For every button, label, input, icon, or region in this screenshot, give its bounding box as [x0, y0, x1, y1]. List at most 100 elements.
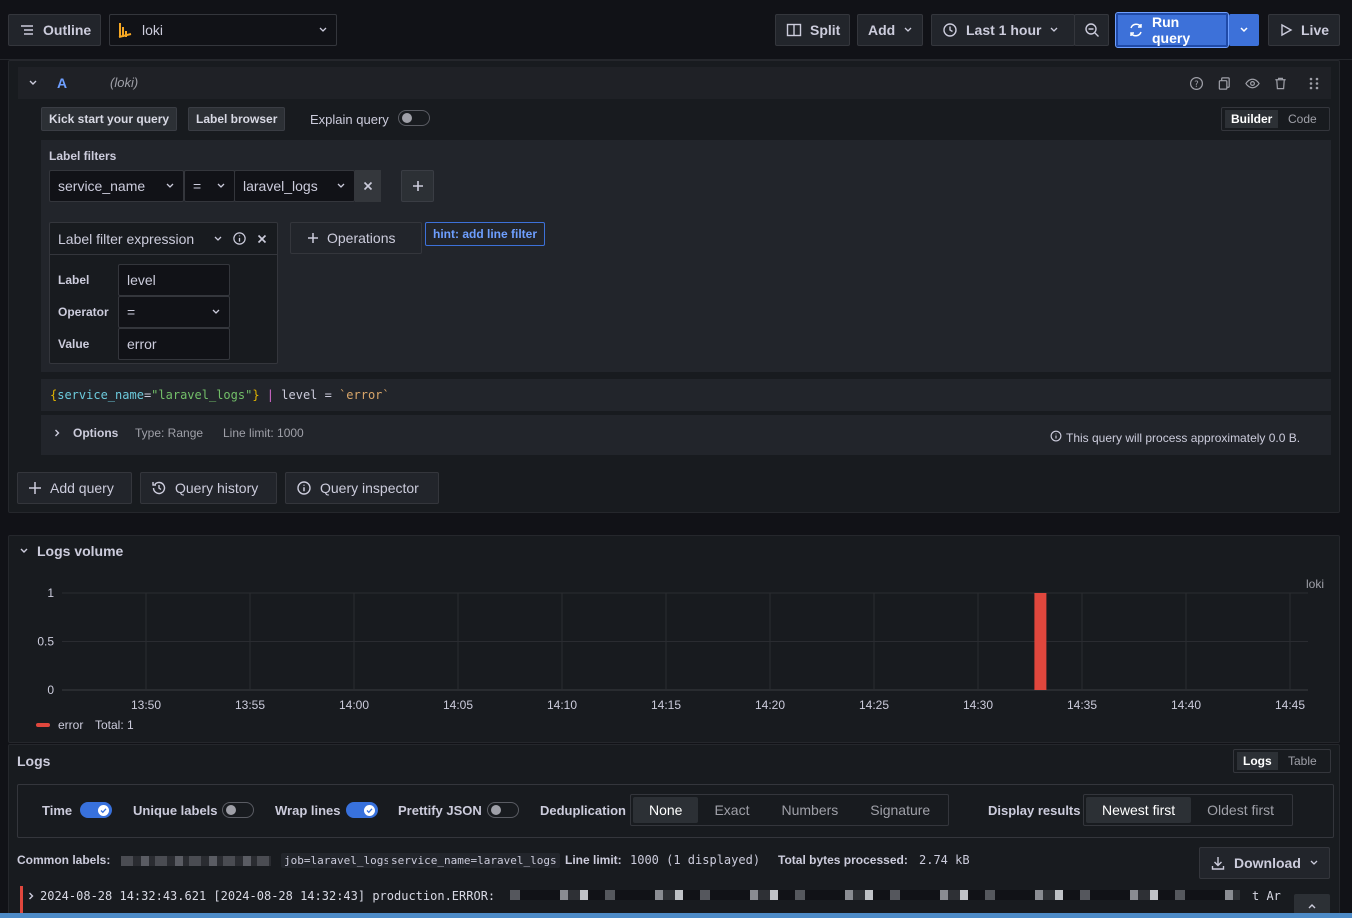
filter-operator-select[interactable]: =: [184, 170, 235, 202]
history-icon: [152, 481, 166, 495]
x-tick-label: 13:55: [235, 698, 265, 712]
options-label[interactable]: Options: [73, 426, 118, 440]
filter-value-select[interactable]: laravel_logs: [234, 170, 355, 202]
query-inspector-label: Query inspector: [320, 480, 419, 496]
trash-icon[interactable]: [1273, 76, 1288, 91]
download-icon: [1211, 857, 1225, 870]
plus-icon: [308, 233, 318, 243]
operation-title[interactable]: Label filter expression: [58, 231, 194, 247]
operations-button[interactable]: Operations: [290, 222, 422, 254]
add-query-button[interactable]: Add query: [17, 472, 132, 504]
x-tick-label: 14:20: [755, 698, 785, 712]
query-ref-id[interactable]: A: [57, 75, 67, 91]
add-menu-button[interactable]: Add: [857, 14, 923, 46]
live-button[interactable]: Live: [1268, 14, 1340, 46]
prettify-json-toggle[interactable]: [487, 802, 519, 818]
explain-query-toggle[interactable]: [398, 110, 430, 126]
chevron-down-icon: [1051, 27, 1058, 32]
expr-operator-select[interactable]: =: [118, 296, 230, 328]
hint-add-line-filter[interactable]: hint: add line filter: [425, 222, 545, 246]
zoom-out-button[interactable]: [1074, 14, 1109, 46]
display-results-label: Display results: [988, 803, 1081, 818]
info-icon[interactable]: [232, 231, 247, 246]
logs-volume-chart: 1 0.5 0 13:50 13:55 14:00 14:05 14:10 14:15 14:20…: [37, 586, 1308, 712]
query-preview: {service_name = "laravel_logs"} | level = …: [41, 379, 1331, 411]
code-mode-button[interactable]: Code: [1284, 110, 1321, 128]
split-button[interactable]: Split: [775, 14, 850, 46]
plus-icon: [412, 181, 423, 191]
clock-icon: [943, 23, 957, 37]
explain-query-label: Explain query: [310, 112, 389, 127]
chevron-down-icon[interactable]: [213, 234, 223, 244]
preview-brace-open: {: [50, 388, 58, 402]
help-icon[interactable]: ?: [1189, 76, 1204, 91]
prettify-json-label: Prettify JSON: [398, 803, 482, 818]
dedup-option[interactable]: None: [633, 797, 699, 823]
x-tick-label: 14:15: [651, 698, 681, 712]
y-tick-label: 0.5: [37, 635, 54, 649]
view-table-button[interactable]: Table: [1283, 752, 1322, 770]
chevron-right-icon[interactable]: [52, 428, 62, 438]
x-tick-label: 14:30: [963, 698, 993, 712]
filter-label-select[interactable]: service_name: [49, 170, 184, 202]
close-icon[interactable]: [257, 234, 267, 244]
sort-option[interactable]: Newest first: [1086, 797, 1192, 823]
redacted-log-content: [510, 890, 1240, 900]
preview-key: service_name: [57, 388, 144, 402]
collapse-chevron-icon[interactable]: [19, 546, 29, 556]
label-browser-button[interactable]: Label browser: [188, 107, 286, 131]
run-query-button[interactable]: Run query: [1115, 12, 1229, 48]
time-toggle[interactable]: [80, 802, 112, 818]
label-filters-title: Label filters: [49, 149, 117, 163]
kick-start-button[interactable]: Kick start your query: [41, 107, 178, 131]
download-button[interactable]: Download: [1199, 847, 1330, 879]
close-icon: [363, 181, 373, 191]
options-line-limit: Line limit: 1000: [223, 426, 304, 440]
x-tick-label: 14:05: [443, 698, 473, 712]
options-type: Type: Range: [135, 426, 204, 440]
outline-button[interactable]: Outline: [8, 14, 101, 46]
preview-pipe: |: [266, 388, 275, 402]
expr-label-input[interactable]: level: [118, 264, 230, 296]
run-query-options-button[interactable]: [1229, 14, 1259, 46]
collapse-chevron-icon[interactable]: [28, 78, 38, 88]
legend-series-name[interactable]: error: [58, 718, 83, 732]
remove-filter-button[interactable]: [355, 170, 381, 202]
log-row-text[interactable]: 2024-08-28 14:32:43.621 [2024-08-28 14:3…: [40, 889, 495, 903]
filter-value-value: laravel_logs: [243, 178, 318, 194]
sort-order-options: Newest first Oldest first: [1083, 794, 1294, 826]
sort-option[interactable]: Oldest first: [1191, 797, 1290, 823]
y-tick-label: 1: [47, 586, 54, 600]
chevron-right-icon[interactable]: [26, 891, 36, 901]
redacted-label: [121, 856, 271, 866]
query-row-header: [18, 67, 1331, 99]
outline-icon: [21, 25, 33, 35]
dedup-option[interactable]: Numbers: [765, 797, 854, 823]
expr-label-value: level: [127, 272, 156, 288]
dedup-option[interactable]: Signature: [854, 797, 946, 823]
eye-icon[interactable]: [1245, 76, 1260, 91]
query-inspector-button[interactable]: Query inspector: [285, 472, 439, 504]
duplicate-icon[interactable]: [1217, 76, 1232, 91]
wrap-lines-toggle[interactable]: [346, 802, 378, 818]
line-limit-value: 1000 (1 displayed): [630, 853, 761, 867]
datasource-picker[interactable]: loki: [109, 14, 337, 46]
add-filter-button[interactable]: [401, 170, 434, 202]
logs-title: Logs: [17, 753, 51, 769]
add-query-label: Add query: [50, 480, 114, 496]
view-logs-button[interactable]: Logs: [1237, 752, 1278, 770]
logs-volume-title[interactable]: Logs volume: [37, 543, 123, 559]
chevron-down-icon: [337, 183, 345, 188]
query-history-button[interactable]: Query history: [140, 472, 277, 504]
time-range-picker[interactable]: Last 1 hour: [931, 14, 1075, 46]
wrap-lines-label: Wrap lines: [275, 803, 341, 818]
expr-value-input[interactable]: error: [118, 328, 230, 360]
volume-bar: [1034, 593, 1047, 690]
unique-labels-toggle[interactable]: [222, 802, 254, 818]
expr-operator-value: =: [127, 304, 136, 320]
dedup-option[interactable]: Exact: [698, 797, 765, 823]
drag-handle-icon[interactable]: [1307, 76, 1321, 91]
builder-mode-button[interactable]: Builder: [1225, 110, 1279, 128]
time-range-label: Last 1 hour: [966, 22, 1042, 38]
filter-operator-value: =: [193, 178, 202, 194]
